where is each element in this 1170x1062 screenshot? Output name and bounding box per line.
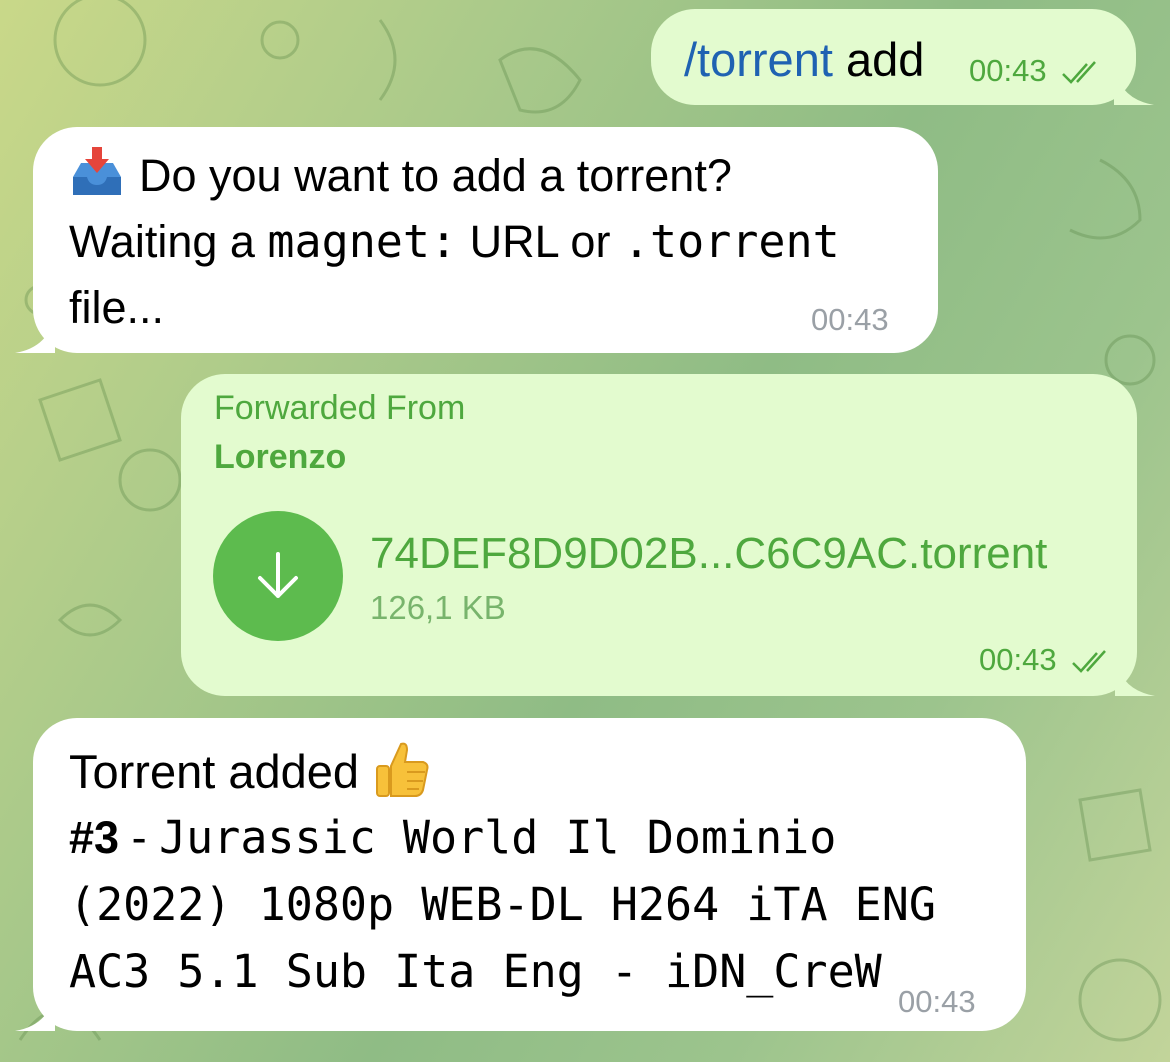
bubble-tail [1115, 656, 1155, 696]
forwarded-sender-name[interactable]: Lorenzo [214, 438, 346, 477]
bubble-tail [15, 313, 55, 353]
torrent-name-line-1: Jurassic World Il Dominio [159, 811, 837, 864]
torrent-details: #3 - Jurassic World Il Dominio (2022) 108… [69, 804, 936, 1005]
forwarded-from-label: Forwarded From [214, 389, 466, 427]
double-check-icon [1072, 649, 1107, 673]
prompt-line-2-mid: URL or [457, 216, 623, 267]
result-title-line: Torrent added [69, 738, 433, 800]
incoming-result-message[interactable]: Torrent added #3 - Jurassic World Il Dom… [15, 718, 1026, 1031]
prompt-line-3: file... [69, 282, 165, 333]
command-argument: add [832, 33, 925, 86]
download-button[interactable] [213, 511, 343, 641]
message-text: /torrent add [684, 32, 924, 88]
prompt-line-1: Do you want to add a torrent? [139, 150, 732, 201]
separator: - [119, 812, 160, 863]
thumbs-up-icon [376, 742, 429, 797]
message-timestamp: 00:43 [969, 53, 1103, 89]
torrent-name-line-2: (2022) 1080p WEB-DL H264 iTA ENG [69, 878, 936, 931]
double-check-icon [1062, 60, 1097, 84]
torrent-name-line-3: AC3 5.1 Sub Ita Eng - iDN_CreW [69, 945, 882, 998]
incoming-prompt-message[interactable]: Do you want to add a torrent? Waiting a … [15, 127, 938, 353]
torrent-extension-code: .torrent [622, 215, 840, 268]
result-title: Torrent added [69, 745, 360, 798]
message-text: Do you want to add a torrent? Waiting a … [69, 143, 840, 341]
file-name[interactable]: 74DEF8D9D02B...C6C9AC.torrent [370, 529, 1047, 579]
message-timestamp: 00:43 [811, 302, 889, 337]
outgoing-command-message[interactable]: /torrent add 00:43 [651, 9, 1154, 105]
file-size: 126,1 KB [370, 589, 506, 626]
download-arrow-icon [258, 552, 298, 598]
bubble-tail [15, 991, 55, 1031]
message-timestamp: 00:43 [979, 642, 1113, 678]
magnet-code: magnet: [267, 215, 458, 268]
bubble-tail [1114, 65, 1154, 105]
prompt-line-2-prefix: Waiting a [69, 216, 268, 267]
message-timestamp: 00:43 [898, 984, 976, 1019]
torrent-number: #3 [69, 812, 120, 863]
forwarded-file-message[interactable]: Forwarded From Lorenzo 74DEF8D9D02B...C6… [181, 374, 1155, 696]
bot-command-link[interactable]: /torrent [684, 33, 833, 86]
inbox-tray-icon [73, 147, 121, 195]
